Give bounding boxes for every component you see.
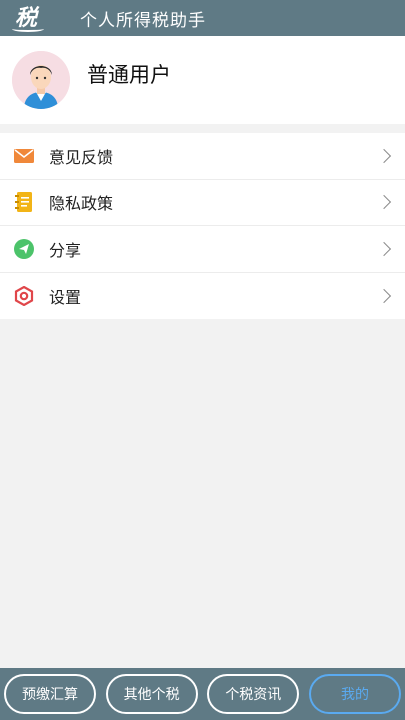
app-logo: 税	[0, 0, 52, 36]
app-title: 个人所得税助手	[80, 10, 206, 31]
tab-other-tax[interactable]: 其他个税	[105, 674, 198, 714]
username: 普通用户	[87, 63, 171, 87]
tab-prepay-settlement[interactable]: 预缴汇算	[4, 674, 96, 714]
share-icon	[13, 238, 35, 260]
menu-label: 意见反馈	[49, 147, 114, 167]
title-bar: 税 个人所得税助手	[0, 0, 405, 36]
menu-item-feedback[interactable]: 意见反馈	[0, 133, 405, 180]
menu-label: 设置	[49, 287, 82, 307]
notebook-icon	[13, 191, 35, 213]
menu-item-share[interactable]: 分享	[0, 226, 405, 273]
chevron-right-icon	[376, 288, 392, 303]
menu-item-settings[interactable]: 设置	[0, 273, 405, 320]
avatar[interactable]	[12, 51, 70, 109]
tab-tax-news[interactable]: 个税资讯	[207, 674, 300, 714]
profile-card[interactable]: 普通用户	[0, 36, 405, 124]
chevron-right-icon	[376, 195, 392, 210]
chevron-right-icon	[376, 241, 392, 256]
tab-mine[interactable]: 我的	[308, 674, 401, 714]
logo-swoosh	[12, 26, 44, 32]
settings-icon	[13, 285, 35, 307]
chevron-right-icon	[376, 148, 392, 163]
menu-item-privacy[interactable]: 隐私政策	[0, 180, 405, 226]
mail-icon	[13, 145, 35, 167]
bottom-nav: 预缴汇算 其他个税 个税资讯 我的	[0, 668, 405, 720]
menu-label: 分享	[49, 240, 82, 260]
avatar-icon	[12, 51, 70, 109]
menu-label: 隐私政策	[49, 194, 114, 214]
settings-menu: 意见反馈 隐私政策 分享 设置	[0, 133, 405, 319]
